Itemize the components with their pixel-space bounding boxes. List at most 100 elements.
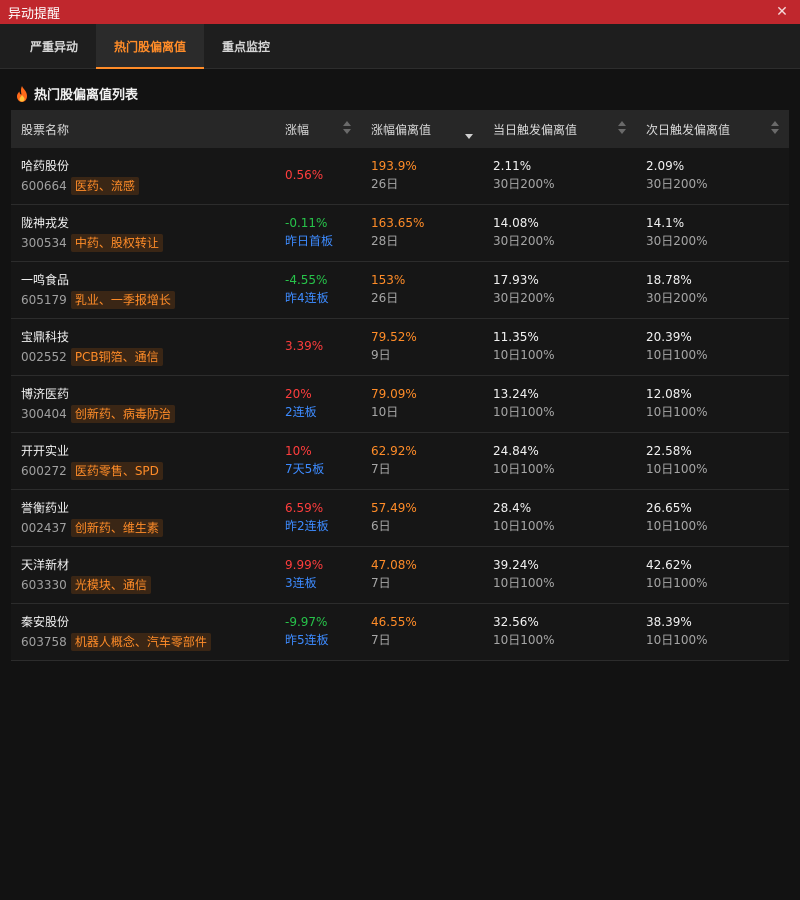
- table-row[interactable]: 秦安股份 603758 机器人概念、汽车零部件 -9.97% 昨5连板 46.55% 7日 3…: [11, 604, 789, 661]
- deviation-cell: 57.49% 6日: [361, 490, 483, 546]
- today-trigger-value: 13.24%: [493, 387, 539, 401]
- stock-name[interactable]: 天洋新材: [21, 556, 275, 574]
- stock-name[interactable]: 博济医药: [21, 385, 275, 403]
- sort-icon[interactable]: [343, 121, 351, 137]
- today-trigger-rule: 10日100%: [493, 348, 555, 362]
- today-trigger-rule: 10日100%: [493, 633, 555, 647]
- next-trigger-cell: 20.39% 10日100%: [636, 319, 789, 375]
- concept-tag: 光模块、通信: [70, 576, 151, 594]
- board-status: 昨4连板: [285, 291, 329, 305]
- today-trigger-value: 14.08%: [493, 216, 539, 230]
- next-trigger-cell: 18.78% 30日200%: [636, 262, 789, 318]
- stock-name[interactable]: 秦安股份: [21, 613, 275, 631]
- sort-desc-icon[interactable]: [465, 121, 473, 139]
- stock-code: 605179: [21, 293, 67, 307]
- table-row[interactable]: 陇神戎发 300534 中药、股权转让 -0.11% 昨日首板 163.65% 28日 14.…: [11, 205, 789, 262]
- deviation-cell: 163.65% 28日: [361, 205, 483, 261]
- table-row[interactable]: 誉衡药业 002437 创新药、维生素 6.59% 昨2连板 57.49% 6日 28.4% 1…: [11, 490, 789, 547]
- deviation-days: 10日: [371, 405, 399, 419]
- change-cell: 3.39%: [275, 319, 361, 375]
- stock-cell: 哈药股份 600664 医药、流感: [11, 148, 275, 204]
- stock-cell: 秦安股份 603758 机器人概念、汽车零部件: [11, 604, 275, 660]
- concept-tag: 乳业、一季报增长: [70, 291, 175, 309]
- change-cell: 6.59% 昨2连板: [275, 490, 361, 546]
- today-trigger-rule: 30日200%: [493, 234, 555, 248]
- stock-name[interactable]: 誉衡药业: [21, 499, 275, 517]
- change-value: -9.97%: [285, 615, 328, 629]
- today-trigger-cell: 17.93% 30日200%: [483, 262, 636, 318]
- today-trigger-cell: 2.11% 30日200%: [483, 148, 636, 204]
- header-next-trigger[interactable]: 次日触发偏离值: [636, 110, 789, 148]
- today-trigger-cell: 14.08% 30日200%: [483, 205, 636, 261]
- section-header: 热门股偏离值列表: [15, 84, 138, 103]
- change-cell: 9.99% 3连板: [275, 547, 361, 603]
- stock-code: 600272: [21, 464, 67, 478]
- next-trigger-rule: 30日200%: [646, 291, 708, 305]
- stock-name[interactable]: 宝鼎科技: [21, 328, 275, 346]
- table-row[interactable]: 天洋新材 603330 光模块、通信 9.99% 3连板 47.08% 7日 39.24% 10…: [11, 547, 789, 604]
- next-trigger-rule: 30日200%: [646, 177, 708, 191]
- board-status: 3连板: [285, 576, 317, 590]
- deviation-value: 47.08%: [371, 558, 417, 572]
- next-trigger-rule: 10日100%: [646, 576, 708, 590]
- change-cell: 20% 2连板: [275, 376, 361, 432]
- next-trigger-rule: 10日100%: [646, 462, 708, 476]
- stock-name[interactable]: 哈药股份: [21, 157, 275, 175]
- deviation-value: 153%: [371, 273, 406, 287]
- board-status: 昨5连板: [285, 633, 329, 647]
- sort-icon[interactable]: [618, 121, 626, 137]
- close-icon[interactable]: ✕: [772, 2, 792, 22]
- table-row[interactable]: 哈药股份 600664 医药、流感 0.56% 193.9% 26日 2.11% 30日200…: [11, 148, 789, 205]
- tab-key-monitoring[interactable]: 重点监控: [204, 24, 288, 69]
- deviation-cell: 46.55% 7日: [361, 604, 483, 660]
- deviation-value: 163.65%: [371, 216, 425, 230]
- sort-icon[interactable]: [771, 121, 779, 137]
- next-trigger-rule: 30日200%: [646, 234, 708, 248]
- next-trigger-rule: 10日100%: [646, 519, 708, 533]
- change-cell: 10% 7天5板: [275, 433, 361, 489]
- header-change[interactable]: 涨幅: [275, 110, 361, 148]
- stock-cell: 博济医药 300404 创新药、病毒防治: [11, 376, 275, 432]
- change-value: -4.55%: [285, 273, 328, 287]
- header-today-trigger[interactable]: 当日触发偏离值: [483, 110, 636, 148]
- today-trigger-value: 32.56%: [493, 615, 539, 629]
- next-trigger-cell: 14.1% 30日200%: [636, 205, 789, 261]
- next-trigger-value: 12.08%: [646, 387, 692, 401]
- deviation-cell: 193.9% 26日: [361, 148, 483, 204]
- stock-code: 300534: [21, 236, 67, 250]
- header-deviation[interactable]: 涨幅偏离值: [361, 110, 483, 148]
- stock-code: 002437: [21, 521, 67, 535]
- today-trigger-value: 28.4%: [493, 501, 532, 515]
- table-row[interactable]: 博济医药 300404 创新药、病毒防治 20% 2连板 79.09% 10日 13.24% 1…: [11, 376, 789, 433]
- concept-tag: 医药零售、SPD: [70, 462, 163, 480]
- table-row[interactable]: 一鸣食品 605179 乳业、一季报增长 -4.55% 昨4连板 153% 26日 17.93…: [11, 262, 789, 319]
- board-status: 昨2连板: [285, 519, 329, 533]
- next-trigger-rule: 10日100%: [646, 405, 708, 419]
- stock-name[interactable]: 陇神戎发: [21, 214, 275, 232]
- table-row[interactable]: 宝鼎科技 002552 PCB铜箔、通信 3.39% 79.52% 9日 11.35% 10日…: [11, 319, 789, 376]
- today-trigger-cell: 28.4% 10日100%: [483, 490, 636, 546]
- change-cell: -0.11% 昨日首板: [275, 205, 361, 261]
- stock-name[interactable]: 开开实业: [21, 442, 275, 460]
- today-trigger-cell: 24.84% 10日100%: [483, 433, 636, 489]
- deviation-days: 26日: [371, 177, 399, 191]
- stock-cell: 宝鼎科技 002552 PCB铜箔、通信: [11, 319, 275, 375]
- change-value: -0.11%: [285, 216, 328, 230]
- change-cell: -4.55% 昨4连板: [275, 262, 361, 318]
- today-trigger-value: 2.11%: [493, 159, 532, 173]
- stock-name[interactable]: 一鸣食品: [21, 271, 275, 289]
- today-trigger-rule: 10日100%: [493, 519, 555, 533]
- today-trigger-value: 39.24%: [493, 558, 539, 572]
- concept-tag: 中药、股权转让: [70, 234, 163, 252]
- fire-icon: [17, 85, 27, 102]
- deviation-days: 9日: [371, 348, 391, 362]
- table-row[interactable]: 开开实业 600272 医药零售、SPD 10% 7天5板 62.92% 7日 24.84% 1…: [11, 433, 789, 490]
- tab-severe-alerts[interactable]: 严重异动: [12, 24, 96, 69]
- stock-code: 603330: [21, 578, 67, 592]
- header-stock-name[interactable]: 股票名称: [11, 110, 275, 148]
- tab-hot-stock-deviation[interactable]: 热门股偏离值: [96, 24, 205, 69]
- change-cell: 0.56%: [275, 148, 361, 204]
- change-cell: -9.97% 昨5连板: [275, 604, 361, 660]
- deviation-cell: 79.09% 10日: [361, 376, 483, 432]
- deviation-days: 7日: [371, 462, 391, 476]
